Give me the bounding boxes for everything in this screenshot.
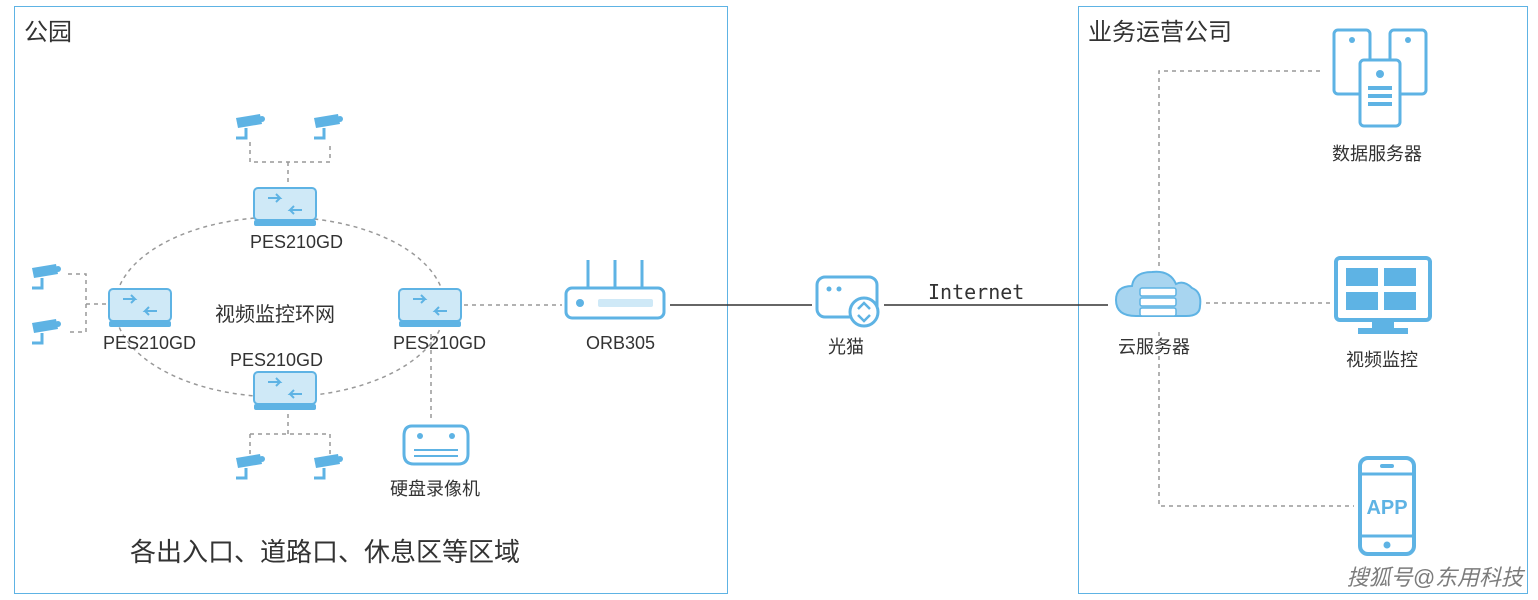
- connector-line: [1156, 68, 1326, 268]
- switch-icon-left: [105, 285, 175, 331]
- app-phone-icon: APP: [1352, 452, 1422, 562]
- switch-label-left: PES210GD: [103, 333, 196, 354]
- cloud-server-icon: [1108, 262, 1208, 338]
- connector-line: [462, 302, 564, 308]
- switch-label-bottom: PES210GD: [230, 350, 323, 371]
- dvr-label: 硬盘录像机: [390, 475, 480, 501]
- areas-label: 各出入口、道路口、休息区等区域: [130, 532, 520, 569]
- switch-label-top: PES210GD: [250, 232, 343, 253]
- camera-icon: [232, 110, 272, 142]
- park-title: 公园: [24, 12, 72, 47]
- internet-label: Internet: [928, 280, 1024, 304]
- app-text: APP: [1366, 497, 1407, 519]
- switch-icon-right: [395, 285, 465, 331]
- connector-line: [1204, 300, 1332, 306]
- ring-network-label: 视频监控环网: [215, 298, 335, 327]
- router-icon: [560, 256, 670, 326]
- camera-icon: [310, 110, 350, 142]
- data-server-icon: [1320, 24, 1440, 134]
- switch-icon-bottom: [250, 368, 320, 414]
- switch-label-right: PES210GD: [393, 333, 486, 354]
- camera-icon: [28, 260, 68, 292]
- watermark: 搜狐号@东用科技: [1347, 560, 1523, 592]
- connector-line-solid: [668, 302, 814, 308]
- connector-line: [1156, 330, 1356, 510]
- data-server-label: 数据服务器: [1332, 140, 1422, 166]
- video-monitor-label: 视频监控: [1346, 346, 1418, 372]
- connector-line-solid: [882, 302, 1110, 308]
- dvr-icon: [400, 420, 472, 470]
- connector-line: [66, 272, 108, 338]
- connector-line: [240, 140, 340, 188]
- modem-icon: [811, 271, 883, 331]
- switch-icon-top: [250, 184, 320, 230]
- connector-line: [240, 412, 340, 456]
- router-label: ORB305: [586, 333, 655, 354]
- video-monitor-icon: [1328, 250, 1438, 340]
- company-title: 业务运营公司: [1088, 12, 1232, 47]
- connector-line: [428, 332, 434, 422]
- modem-label: 光猫: [828, 333, 864, 359]
- camera-icon: [28, 315, 68, 347]
